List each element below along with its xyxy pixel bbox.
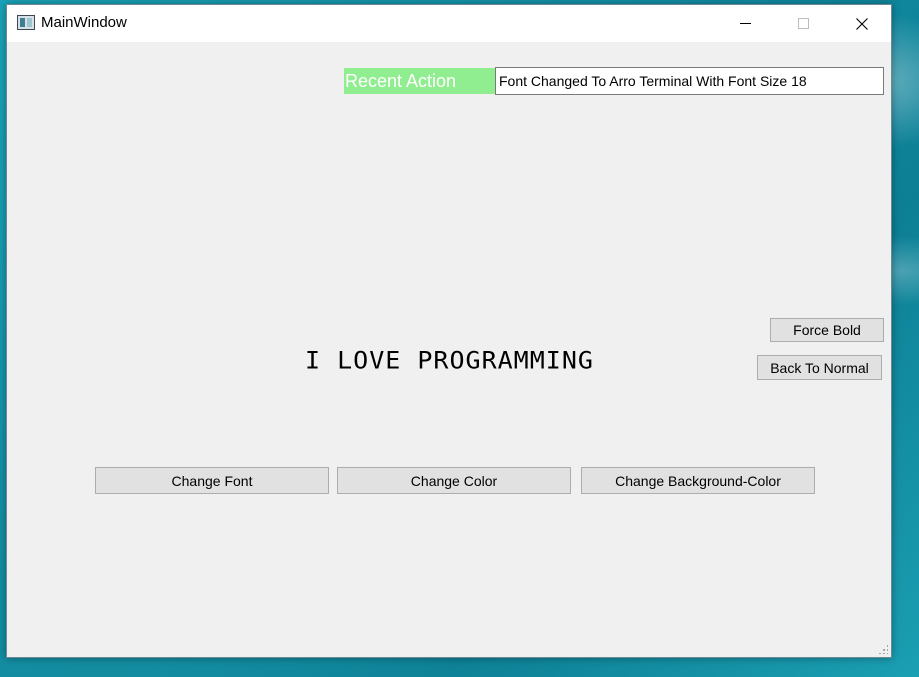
window-title: MainWindow: [41, 14, 127, 31]
back-to-normal-button[interactable]: Back To Normal: [757, 355, 882, 380]
recent-action-label: Recent Action: [344, 68, 495, 94]
minimize-button[interactable]: [716, 5, 774, 42]
maximize-button[interactable]: [774, 5, 832, 42]
recent-action-field[interactable]: Font Changed To Arro Terminal With Font …: [495, 67, 884, 95]
app-window-icon: [17, 15, 35, 30]
display-text: I LOVE PROGRAMMING: [305, 346, 594, 375]
change-background-color-button[interactable]: Change Background-Color: [581, 467, 815, 494]
close-button[interactable]: [833, 5, 891, 42]
close-icon: [856, 17, 868, 30]
maximize-icon: [797, 18, 809, 29]
change-color-button[interactable]: Change Color: [337, 467, 571, 494]
minimize-icon: [739, 23, 751, 24]
main-window: MainWindow Recent Action Font Changed To…: [6, 4, 892, 658]
resize-grip-icon[interactable]: [878, 644, 888, 654]
title-bar[interactable]: MainWindow: [7, 5, 891, 42]
change-font-button[interactable]: Change Font: [95, 467, 329, 494]
force-bold-button[interactable]: Force Bold: [770, 318, 884, 342]
